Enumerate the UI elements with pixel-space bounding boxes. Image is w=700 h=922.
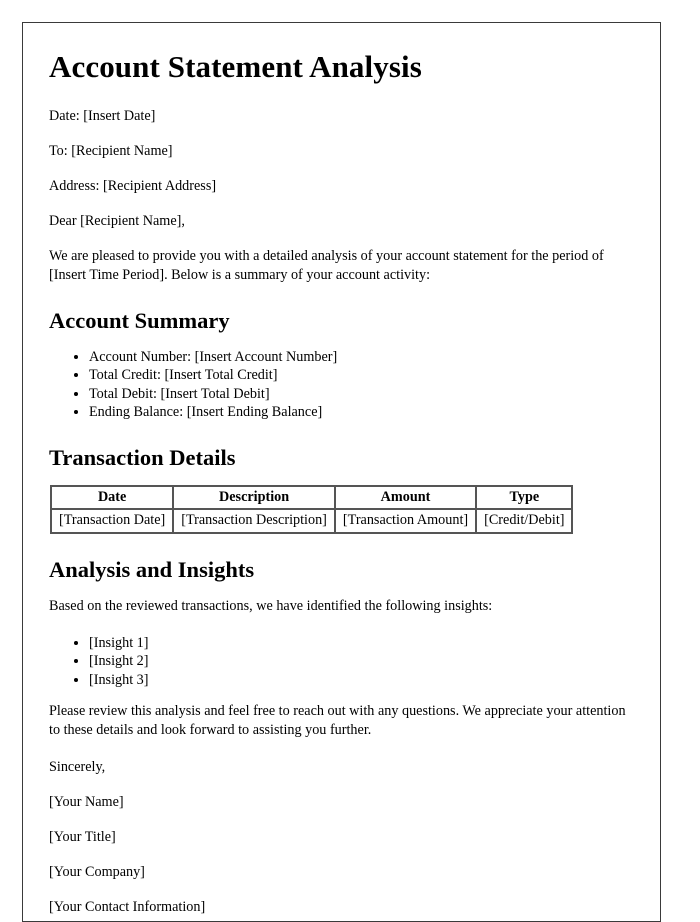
cell-date: [Transaction Date] <box>51 509 174 534</box>
document-page: Account Statement Analysis Date: [Insert… <box>22 22 661 922</box>
signature-name: [Your Name] <box>49 793 124 810</box>
list-item: Ending Balance: [Insert Ending Balance] <box>89 403 634 421</box>
salutation-line: Dear [Recipient Name], <box>49 213 185 230</box>
column-header-amount: Amount <box>334 485 477 510</box>
analysis-lead-paragraph: Based on the reviewed transactions, we h… <box>49 598 493 615</box>
transaction-details-table: Date Description Amount Type [Transactio… <box>50 484 574 535</box>
column-header-type: Type <box>476 485 573 510</box>
list-item: Total Debit: [Insert Total Debit] <box>89 385 634 403</box>
column-header-description: Description <box>173 485 335 510</box>
column-header-date: Date <box>51 485 174 510</box>
cell-type: [Credit/Debit] <box>476 509 573 534</box>
account-summary-list: Account Number: [Insert Account Number] … <box>49 348 634 422</box>
recipient-name-line: To: [Recipient Name] <box>49 142 173 159</box>
signature-company: [Your Company] <box>49 864 145 881</box>
list-item: [Insight 1] <box>89 634 634 652</box>
closing-paragraph: Please review this analysis and feel fre… <box>49 703 626 738</box>
list-item: Total Credit: [Insert Total Credit] <box>89 366 634 384</box>
table-header-row: Date Description Amount Type <box>51 485 573 510</box>
signature-closing: Sincerely, <box>49 758 106 775</box>
account-summary-heading: Account Summary <box>49 307 230 333</box>
date-line: Date: [Insert Date] <box>49 107 156 124</box>
cell-amount: [Transaction Amount] <box>334 509 477 534</box>
insights-list: [Insight 1] [Insight 2] [Insight 3] <box>49 634 634 689</box>
signature-title: [Your Title] <box>49 829 116 846</box>
page-title: Account Statement Analysis <box>49 49 422 84</box>
list-item: [Insight 3] <box>89 671 634 689</box>
cell-description: [Transaction Description] <box>173 509 335 534</box>
table-body: [Transaction Date] [Transaction Descript… <box>51 509 573 534</box>
intro-paragraph: We are pleased to provide you with a det… <box>49 248 604 284</box>
list-item: Account Number: [Insert Account Number] <box>89 348 634 366</box>
list-item: [Insight 2] <box>89 652 634 670</box>
table-header: Date Description Amount Type <box>51 485 573 510</box>
analysis-heading: Analysis and Insights <box>49 557 255 583</box>
document-body: Account Statement Analysis Date: [Insert… <box>23 23 660 917</box>
recipient-address-line: Address: [Recipient Address] <box>49 177 217 194</box>
table-row: [Transaction Date] [Transaction Descript… <box>51 509 573 534</box>
signature-contact: [Your Contact Information] <box>49 899 206 916</box>
transaction-details-heading: Transaction Details <box>49 444 236 470</box>
